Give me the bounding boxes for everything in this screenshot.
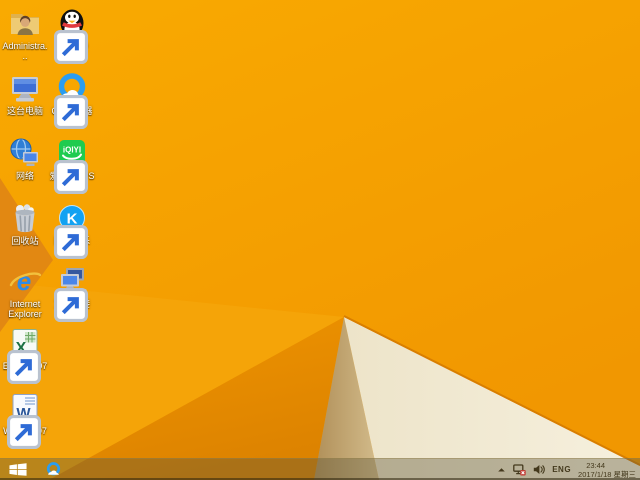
desktop-icon-label: 回收站 xyxy=(11,236,38,246)
internet-explorer-icon: e xyxy=(8,264,42,298)
language-indicator[interactable]: ENG xyxy=(552,465,571,474)
network-status-icon[interactable] xyxy=(513,459,526,480)
volume-button[interactable] xyxy=(533,459,545,480)
desktop-icon-excel-2007[interactable]: X Excel 2007 xyxy=(2,326,48,371)
taskbar: ENG 23:44 2017/1/18 星期三 xyxy=(0,458,640,480)
desktop-icon-internet-explorer[interactable]: e Internet Explorer xyxy=(2,264,48,319)
qq-browser-icon xyxy=(55,71,89,105)
desktop-icon-label: 这台电脑 xyxy=(7,106,43,116)
taskbar-clock[interactable]: 23:44 2017/1/18 星期三 xyxy=(578,461,636,479)
chevron-up-icon xyxy=(497,466,506,474)
clock-time: 23:44 xyxy=(578,461,605,470)
recycle-bin-icon xyxy=(8,201,42,235)
windows-logo-icon xyxy=(9,463,27,476)
shortcut-arrow-icon xyxy=(54,95,65,106)
start-button[interactable] xyxy=(0,459,36,480)
show-hidden-icons-button[interactable] xyxy=(497,459,506,480)
computer-icon xyxy=(8,71,42,105)
desktop-icon-label: Administra... xyxy=(2,41,48,61)
qq-penguin-icon xyxy=(55,6,89,40)
shortcut-arrow-icon xyxy=(54,160,65,171)
desktop-icon-iqiyi-pps[interactable]: iQIYI 爱奇艺PPS xyxy=(49,136,95,181)
shortcut-arrow-icon xyxy=(7,415,18,426)
desktop-icon-tencent-qq[interactable]: 腾讯QQ xyxy=(49,6,95,51)
broadband-connection-icon xyxy=(55,264,89,298)
taskbar-pinned-qq-browser[interactable] xyxy=(40,459,66,480)
desktop-icon-recycle-bin[interactable]: 回收站 xyxy=(2,201,48,246)
shortcut-arrow-icon xyxy=(54,288,65,299)
word-icon: W xyxy=(8,391,42,425)
ie-e-glyph: e xyxy=(17,266,31,296)
desktop-icon-broadband[interactable]: 宽带连接 xyxy=(49,264,95,309)
system-tray: ENG 23:44 2017/1/18 星期三 xyxy=(497,459,640,480)
iqiyi-icon: iQIYI xyxy=(55,136,89,170)
kugou-icon: K xyxy=(55,201,89,235)
desktop-icon-network[interactable]: 网络 xyxy=(2,136,48,181)
network-disconnected-icon xyxy=(513,464,526,476)
shortcut-arrow-icon xyxy=(54,225,65,236)
excel-icon: X xyxy=(8,326,42,360)
desktop-icon-qq-browser[interactable]: QQ浏览器 xyxy=(49,71,95,116)
desktop-icon-this-pc[interactable]: 这台电脑 xyxy=(2,71,48,116)
desktop-icon-kugou-music[interactable]: K 酷狗音乐 xyxy=(49,201,95,246)
desktop-icon-administrator[interactable]: Administra... xyxy=(2,6,48,61)
shortcut-arrow-icon xyxy=(54,30,65,41)
qq-browser-icon xyxy=(45,461,62,478)
iqiyi-wordmark: iQIYI xyxy=(63,146,81,155)
network-globe-icon xyxy=(8,136,42,170)
desktop-icon-label: 网络 xyxy=(16,171,34,181)
shortcut-arrow-icon xyxy=(7,350,18,361)
wallpaper xyxy=(0,0,640,480)
desktop-icon-label: Internet Explorer xyxy=(2,299,48,319)
user-folder-icon xyxy=(8,6,42,40)
speaker-icon xyxy=(533,464,545,475)
desktop-icon-word-2007[interactable]: W Word 2007 xyxy=(2,391,48,436)
